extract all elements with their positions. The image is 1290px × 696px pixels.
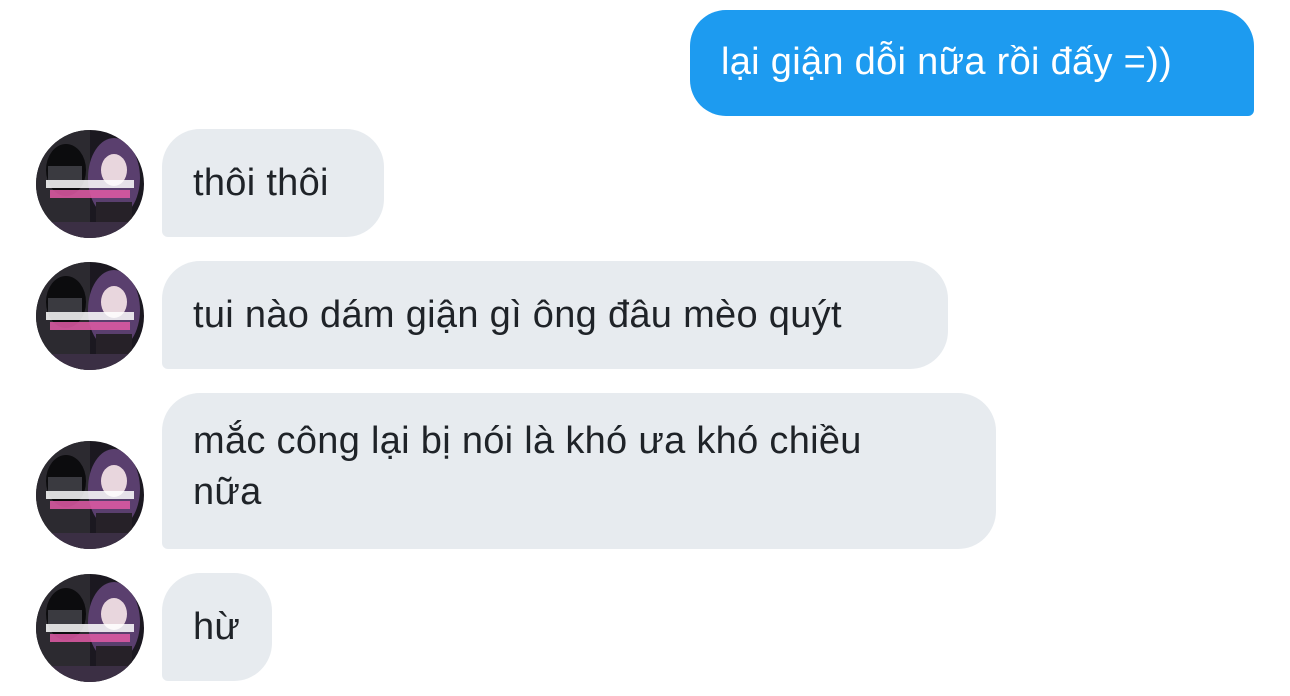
message-text: thôi thôi (193, 162, 329, 204)
message-text: lại giận dỗi nữa rồi đấy =)) (721, 41, 1173, 83)
received-message-bubble[interactable]: thôi thôi (162, 129, 384, 237)
message-text-line: mắc công lại bị nói là khó ưa khó chiều (193, 420, 862, 462)
sender-avatar-icon[interactable] (36, 574, 144, 682)
message-text: tui nào dám giận gì ông đâu mèo quýt (193, 294, 842, 336)
message-text: hừ (193, 606, 241, 648)
dm-conversation: lại giận dỗi nữa rồi đấy =)) thôi thôi t… (0, 0, 1290, 696)
anime-girl-avatar-icon (36, 441, 144, 549)
received-message-bubble[interactable]: hừ (162, 573, 272, 681)
sender-avatar-icon[interactable] (36, 130, 144, 238)
anime-girl-avatar-icon (36, 262, 144, 370)
anime-girl-avatar-icon (36, 130, 144, 238)
message-text-line: nữa (193, 471, 262, 513)
sent-message-bubble[interactable]: lại giận dỗi nữa rồi đấy =)) (690, 10, 1254, 116)
sender-avatar-icon[interactable] (36, 441, 144, 549)
anime-girl-avatar-icon (36, 574, 144, 682)
received-message-bubble[interactable]: tui nào dám giận gì ông đâu mèo quýt (162, 261, 948, 369)
sender-avatar-icon[interactable] (36, 262, 144, 370)
received-message-bubble[interactable]: mắc công lại bị nói là khó ưa khó chiều … (162, 393, 996, 549)
